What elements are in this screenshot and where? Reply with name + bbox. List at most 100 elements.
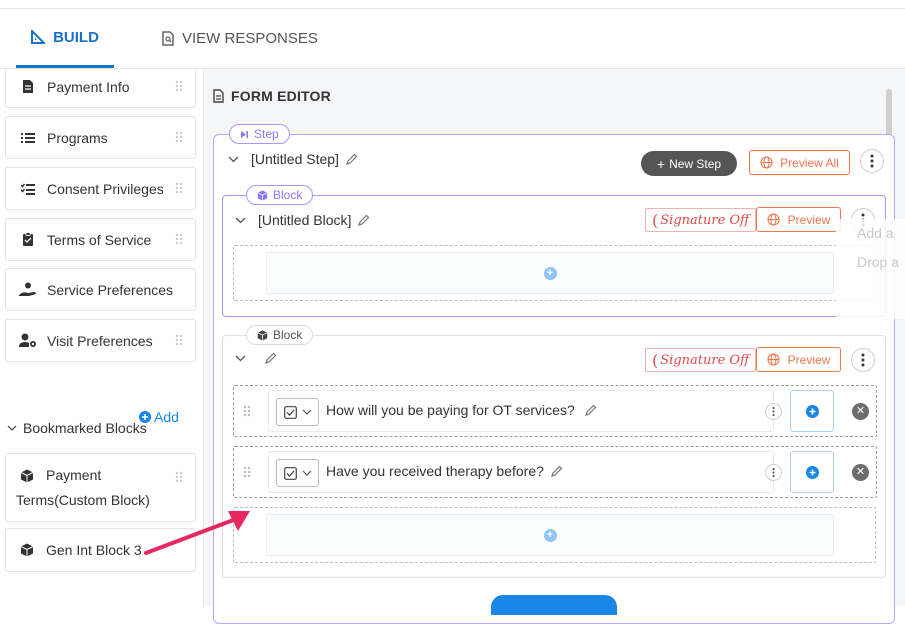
- bookmarked-block-label: Gen Int Block 3: [46, 542, 142, 558]
- remove-question-icon[interactable]: ✕: [852, 403, 869, 420]
- question-card[interactable]: Have you received therapy before?: [268, 451, 782, 493]
- add-question-button[interactable]: [790, 451, 834, 493]
- new-step-button[interactable]: + New Step: [641, 151, 737, 176]
- question-row: How will you be paying for OT services? …: [233, 385, 877, 437]
- drag-handle-icon[interactable]: [243, 465, 251, 483]
- question-more-options-icon[interactable]: [765, 403, 782, 420]
- block-header: [Untitled Block]: [235, 212, 370, 228]
- preview-button[interactable]: Preview: [756, 207, 841, 232]
- add-question-icon[interactable]: +: [543, 528, 557, 542]
- sidebar-item-consent-privileges[interactable]: Consent Privileges: [5, 167, 196, 210]
- add-question-icon[interactable]: +: [543, 266, 557, 280]
- block-title: [Untitled Block]: [258, 212, 352, 228]
- globe-icon: [767, 213, 780, 226]
- pencil-icon[interactable]: [357, 214, 370, 227]
- step-pill: Step: [229, 124, 290, 144]
- clipboard-icon: [19, 232, 37, 247]
- cube-icon: [257, 329, 268, 341]
- question-card[interactable]: How will you be paying for OT services?: [268, 390, 782, 432]
- sidebar-item-programs[interactable]: Programs: [5, 116, 196, 159]
- form-editor: FORM EDITOR Step [Untitled Step] + New S…: [205, 69, 905, 624]
- drag-handle-icon[interactable]: [175, 333, 183, 349]
- drag-handle-icon[interactable]: [175, 232, 183, 248]
- drag-handle-icon[interactable]: [175, 79, 183, 95]
- chevron-down-icon[interactable]: [235, 355, 246, 362]
- preview-button[interactable]: Preview: [756, 347, 841, 372]
- tab-build-label: BUILD: [53, 28, 99, 46]
- question-more-options-icon[interactable]: [765, 464, 782, 481]
- drag-handle-icon[interactable]: [175, 130, 183, 146]
- bookmarked-block-label-line2: Terms(Custom Block): [16, 492, 150, 508]
- add-question-area[interactable]: +: [266, 514, 834, 556]
- sidebar-item-label: Terms of Service: [47, 231, 152, 248]
- annotation-arrow: [144, 511, 250, 555]
- checkbox-icon: [283, 466, 297, 480]
- list-icon: [19, 132, 37, 144]
- document-search-icon: [162, 31, 174, 46]
- step-forward-icon: [241, 130, 248, 138]
- sidebar-item-label: Visit Preferences: [47, 332, 153, 349]
- tab-build[interactable]: BUILD: [16, 9, 114, 68]
- bookmarked-blocks-heading: Bookmarked Blocks: [23, 420, 147, 436]
- drag-ghost-overlay: Add a Drop a: [836, 219, 905, 319]
- preview-all-button[interactable]: Preview All: [749, 150, 850, 175]
- sidebar-item-terms-of-service[interactable]: Terms of Service: [5, 218, 196, 261]
- tab-view-responses[interactable]: VIEW RESPONSES: [162, 9, 318, 68]
- add-label: Add: [154, 409, 179, 425]
- hand-user-icon: [19, 282, 37, 297]
- checklist-icon: [19, 183, 37, 195]
- question-row: Have you received therapy before? ✕: [233, 446, 877, 498]
- sidebar-item-payment-info[interactable]: Payment Info: [5, 69, 196, 108]
- sidebar-item-service-preferences[interactable]: Service Preferences: [5, 268, 196, 311]
- ruler-triangle-icon: [31, 30, 46, 44]
- tab-bar: BUILD VIEW RESPONSES: [0, 9, 905, 69]
- question-type-select[interactable]: [276, 459, 319, 487]
- tab-view-responses-label: VIEW RESPONSES: [182, 30, 318, 47]
- block-pill: Block: [246, 185, 314, 205]
- signature-toggle[interactable]: ( Signature Off: [645, 348, 757, 372]
- block-more-options-icon[interactable]: [851, 348, 875, 372]
- document-icon: [19, 79, 37, 94]
- pencil-icon[interactable]: [264, 352, 277, 365]
- cube-icon: [20, 543, 34, 560]
- plus-circle-icon: [805, 465, 819, 479]
- sidebar-item-label: Consent Privileges: [47, 180, 164, 197]
- drag-handle-icon[interactable]: [175, 470, 183, 486]
- plus-icon: +: [656, 155, 666, 172]
- question-text: Have you received therapy before?: [326, 463, 563, 479]
- globe-icon: [767, 353, 780, 366]
- chevron-down-icon[interactable]: [228, 156, 239, 163]
- document-icon: [213, 89, 224, 103]
- pencil-icon[interactable]: [550, 465, 563, 478]
- signature-icon: (: [652, 350, 659, 370]
- bottom-action-button[interactable]: [491, 595, 617, 615]
- checkbox-icon: [283, 405, 297, 419]
- step-more-options-icon[interactable]: [860, 149, 884, 173]
- chevron-down-icon: [302, 470, 311, 476]
- sidebar-item-visit-preferences[interactable]: Visit Preferences: [5, 319, 196, 362]
- chevron-down-icon[interactable]: [235, 217, 246, 224]
- plus-circle-icon: [805, 404, 819, 418]
- cube-icon: [257, 189, 268, 201]
- user-gear-icon: [19, 333, 37, 348]
- drag-handle-icon[interactable]: [175, 181, 183, 197]
- globe-icon: [760, 156, 773, 169]
- chevron-down-icon: [302, 409, 311, 415]
- sidebar-item-label: Payment Info: [47, 78, 130, 95]
- bookmarked-block-label: Payment: [46, 467, 102, 483]
- step-title: [Untitled Step]: [251, 151, 339, 167]
- add-question-area[interactable]: +: [266, 252, 834, 294]
- sidebar-item-label: Programs: [47, 129, 108, 146]
- bookmarked-blocks-toggle[interactable]: Bookmarked Blocks: [7, 420, 147, 436]
- add-question-button[interactable]: [790, 390, 834, 432]
- form-editor-heading: FORM EDITOR: [213, 88, 331, 104]
- step-header: [Untitled Step]: [228, 151, 358, 167]
- signature-toggle[interactable]: ( Signature Off: [645, 208, 757, 232]
- pencil-icon[interactable]: [345, 153, 358, 166]
- block-header: [235, 352, 277, 365]
- pencil-icon[interactable]: [584, 404, 597, 417]
- remove-question-icon[interactable]: ✕: [852, 464, 869, 481]
- question-type-select[interactable]: [276, 398, 319, 426]
- block-pill: Block: [246, 325, 314, 345]
- drag-handle-icon[interactable]: [243, 404, 251, 422]
